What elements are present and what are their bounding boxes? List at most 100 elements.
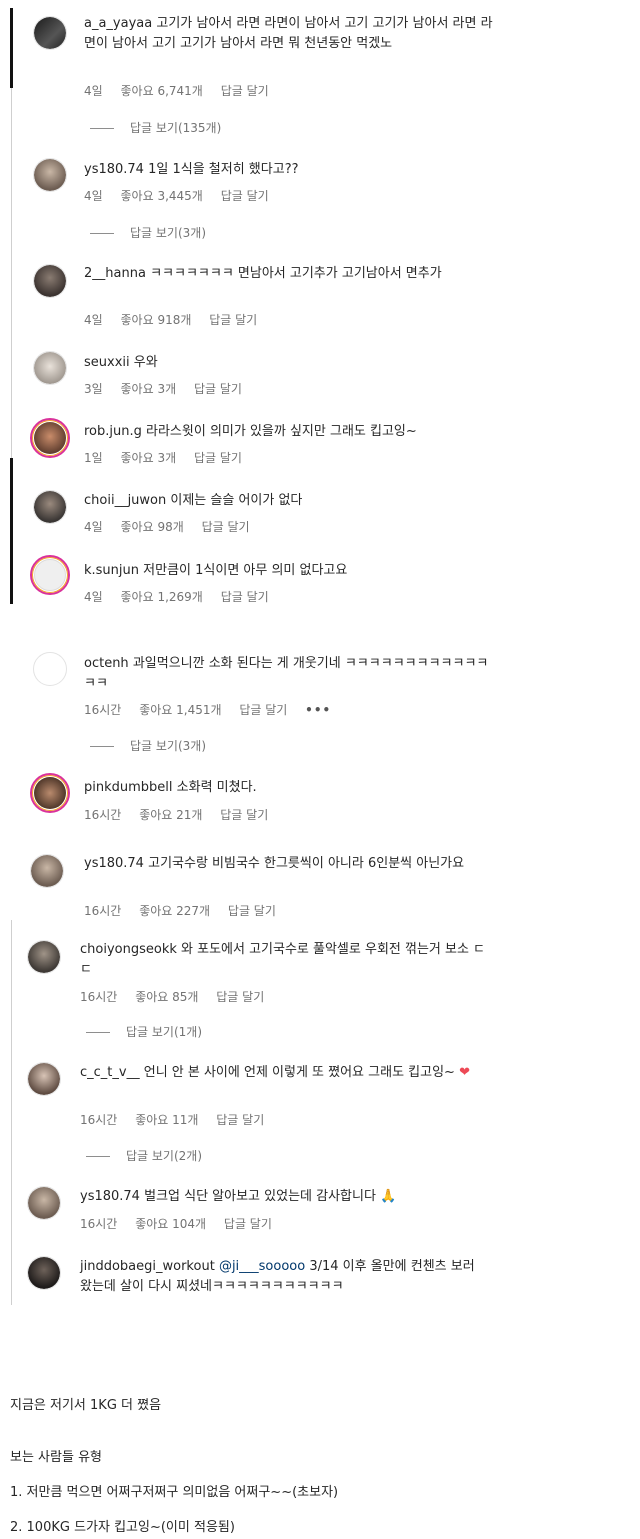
comment-meta: 4일 좋아요 3,445개 답글 달기 (84, 187, 283, 204)
more-options-icon[interactable]: ••• (305, 703, 331, 717)
comment-time: 4일 (84, 520, 103, 534)
reply-button[interactable]: 답글 달기 (228, 904, 276, 918)
comment-username[interactable]: rob.jun.g (84, 424, 142, 439)
comment-username[interactable]: k.sunjun (84, 563, 139, 578)
comment-text: 2__hanna ㅋㅋㅋㅋㅋㅋㅋ 면남아서 고기추가 고기남아서 면추가 (84, 266, 442, 281)
comment-text: ys180.74 고기국수랑 비빔국수 한그릇씩이 아니라 6인분씩 아닌가요 (84, 856, 465, 871)
reply-button[interactable]: 답글 달기 (221, 84, 269, 98)
comment-username[interactable]: a_a_yayaa (84, 16, 152, 31)
comment-text: jinddobaegi_workout @ji___sooooo 3/14 이후… (80, 1259, 475, 1294)
comment-meta: 16시간 좋아요 1,451개 답글 달기 ••• (84, 701, 345, 718)
comment-text: seuxxii 우와 (84, 355, 158, 370)
comment-username[interactable]: octenh (84, 656, 129, 671)
comment-likes[interactable]: 좋아요 918개 (121, 313, 192, 327)
avatar[interactable] (27, 1186, 61, 1220)
comment-time: 16시간 (84, 904, 122, 918)
comment-username[interactable]: jinddobaegi_workout (80, 1259, 215, 1274)
comment-likes[interactable]: 좋아요 98개 (121, 520, 184, 534)
avatar[interactable] (33, 351, 67, 385)
reply-button[interactable]: 답글 달기 (239, 703, 287, 717)
comment-text: c_c_t_v__ 언니 안 본 사이에 언제 이렇게 또 쪘어요 그래도 킵고… (80, 1065, 470, 1080)
view-replies[interactable]: 답글 보기(3개) (90, 737, 206, 754)
view-replies[interactable]: 답글 보기(135개) (90, 119, 221, 136)
post-line: 지금은 저기서 1KG 더 쪘음 (10, 1398, 162, 1413)
avatar[interactable] (30, 418, 70, 458)
reply-button[interactable]: 답글 달기 (221, 590, 269, 604)
reply-button[interactable]: 답글 달기 (220, 808, 268, 822)
left-edge-bar (10, 458, 13, 604)
reply-button[interactable]: 답글 달기 (202, 520, 250, 534)
view-replies[interactable]: 답글 보기(3개) (90, 224, 206, 241)
comment-time: 16시간 (80, 990, 118, 1004)
reply-button[interactable]: 답글 달기 (209, 313, 257, 327)
reply-button[interactable]: 답글 달기 (224, 1217, 272, 1231)
left-edge-line (11, 920, 12, 1305)
view-replies[interactable]: 답글 보기(2개) (86, 1147, 202, 1164)
avatar[interactable] (30, 854, 64, 888)
post-line: 2. 100KG 드가자 킵고잉~(이미 적응됨) (10, 1520, 235, 1535)
comment-time: 3일 (84, 382, 103, 396)
comment-username[interactable]: 2__hanna (84, 266, 146, 281)
comment-text: pinkdumbbell 소화력 미쳤다. (84, 780, 257, 795)
comment-time: 16시간 (80, 1217, 118, 1231)
avatar[interactable] (27, 1062, 61, 1096)
post-line: 보는 사람들 유형 (10, 1450, 102, 1465)
comment-likes[interactable]: 좋아요 85개 (135, 990, 198, 1004)
comment-username[interactable]: ys180.74 (84, 162, 144, 177)
comment-meta: 4일 좋아요 98개 답글 달기 (84, 518, 264, 535)
comment-meta: 16시간 좋아요 227개 답글 달기 (84, 902, 290, 919)
post-line: 1. 저만큼 먹으면 어쩌구저쩌구 의미없음 어쩌구~~(초보자) (10, 1485, 339, 1500)
comment-username[interactable]: ys180.74 (80, 1189, 140, 1204)
comment-text: rob.jun.g 라라스윗이 의미가 있을까 싶지만 그래도 킵고잉~ (84, 424, 417, 439)
comment-likes[interactable]: 좋아요 104개 (135, 1217, 206, 1231)
comment-meta: 16시간 좋아요 85개 답글 달기 (80, 988, 278, 1005)
avatar[interactable] (27, 1256, 61, 1290)
comment-meta: 3일 좋아요 3개 답글 달기 (84, 380, 256, 397)
comment-likes[interactable]: 좋아요 3개 (121, 382, 177, 396)
view-replies[interactable]: 답글 보기(1개) (86, 1023, 202, 1040)
mention-link[interactable]: @ji___sooooo (219, 1259, 305, 1274)
avatar[interactable] (33, 158, 67, 192)
comment-time: 4일 (84, 590, 103, 604)
comment-likes[interactable]: 좋아요 227개 (139, 904, 210, 918)
comment-username[interactable]: c_c_t_v__ (80, 1065, 140, 1080)
comment-username[interactable]: seuxxii (84, 355, 130, 370)
comment-likes[interactable]: 좋아요 11개 (135, 1113, 198, 1127)
replies-line (90, 233, 114, 234)
avatar[interactable] (27, 940, 61, 974)
comment-likes[interactable]: 좋아요 1,451개 (139, 703, 221, 717)
comment-likes[interactable]: 좋아요 1,269개 (121, 590, 203, 604)
avatar[interactable] (33, 652, 67, 686)
comment-username[interactable]: pinkdumbbell (84, 780, 173, 795)
avatar[interactable] (33, 264, 67, 298)
avatar[interactable] (30, 555, 70, 595)
comment-meta: 4일 좋아요 6,741개 답글 달기 (84, 82, 283, 99)
reply-button[interactable]: 답글 달기 (194, 382, 242, 396)
comment-username[interactable]: choii__juwon (84, 493, 166, 508)
reply-button[interactable]: 답글 달기 (216, 990, 264, 1004)
reply-button[interactable]: 답글 달기 (221, 189, 269, 203)
praying-hands-icon: 🙏 (380, 1189, 397, 1204)
comment-meta: 4일 좋아요 918개 답글 달기 (84, 311, 271, 328)
avatar[interactable] (33, 490, 67, 524)
comment-likes[interactable]: 좋아요 21개 (139, 808, 202, 822)
comment-likes[interactable]: 좋아요 3개 (121, 451, 177, 465)
replies-line (86, 1156, 110, 1157)
comment-text: choii__juwon 이제는 슬슬 어이가 없다 (84, 493, 303, 508)
comment-likes[interactable]: 좋아요 3,445개 (121, 189, 203, 203)
comment-text: choiyongseokk 와 포도에서 고기국수로 풀악셀로 우회전 꺾는거 … (80, 942, 486, 977)
comment-text: a_a_yayaa 고기가 남아서 라면 라면이 남아서 고기 고기가 남아서 … (84, 16, 493, 51)
avatar[interactable] (30, 773, 70, 813)
comment-likes[interactable]: 좋아요 6,741개 (121, 84, 203, 98)
comment-username[interactable]: choiyongseokk (80, 942, 177, 957)
comment-username[interactable]: ys180.74 (84, 856, 144, 871)
avatar[interactable] (33, 16, 67, 50)
comment-meta: 16시간 좋아요 21개 답글 달기 (84, 806, 282, 823)
comment-time: 4일 (84, 313, 103, 327)
comment-text: octenh 과일먹으니깐 소화 된다는 게 개웃기네 ㅋㅋㅋㅋㅋㅋㅋㅋㅋㅋㅋㅋ… (84, 656, 489, 691)
reply-button[interactable]: 답글 달기 (216, 1113, 264, 1127)
comment-meta: 4일 좋아요 1,269개 답글 달기 (84, 588, 283, 605)
reply-button[interactable]: 답글 달기 (194, 451, 242, 465)
replies-line (90, 746, 114, 747)
comment-text: ys180.74 1일 1식을 철저히 했다고?? (84, 162, 299, 177)
